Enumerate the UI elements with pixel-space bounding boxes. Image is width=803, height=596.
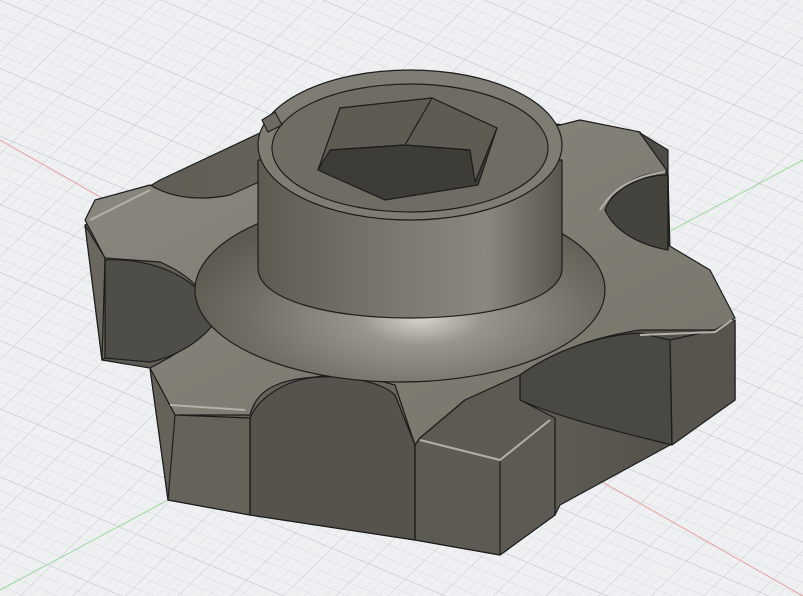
3d-viewport[interactable] [0, 0, 803, 596]
scallop-front-left [249, 376, 416, 541]
viewport-canvas[interactable] [0, 0, 803, 596]
